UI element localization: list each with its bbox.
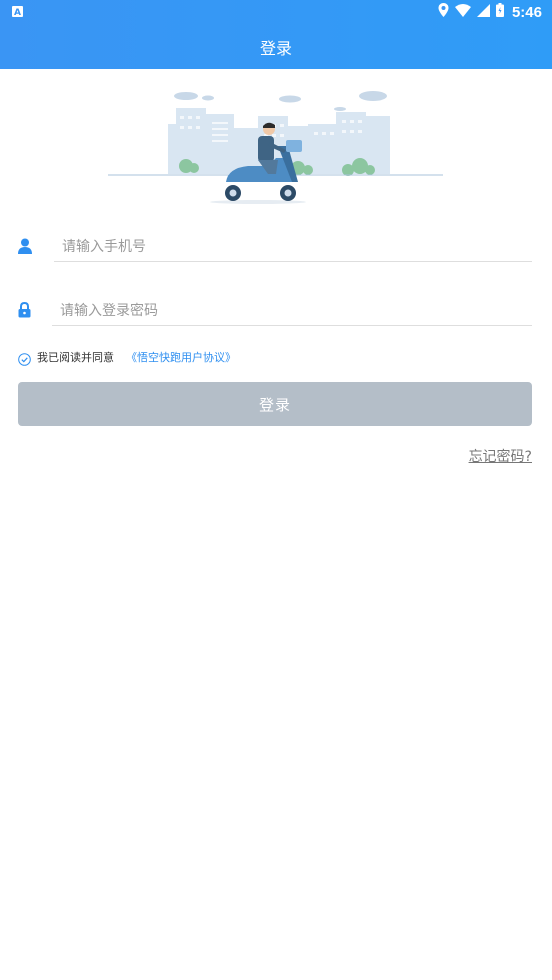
status-time: 5:46 (511, 3, 542, 21)
user-icon (18, 238, 32, 254)
login-button[interactable]: 登录 (18, 382, 532, 426)
agree-text: 我已阅读并同意 (37, 351, 114, 364)
app-header: 登录 (0, 24, 552, 69)
phone-input[interactable] (54, 224, 532, 262)
agree-checkbox[interactable] (18, 351, 31, 366)
password-field-row (0, 288, 552, 336)
phone-field-row (0, 224, 552, 272)
password-input[interactable] (52, 288, 532, 326)
location-icon (438, 3, 449, 21)
status-bar: A 5:46 (0, 0, 552, 24)
forgot-password-link[interactable]: 忘记密码? (469, 446, 532, 466)
page-title: 登录 (259, 38, 292, 58)
svg-text:A: A (14, 8, 21, 17)
agreement-link[interactable]: 《悟空快跑用户协议》 (126, 349, 236, 365)
wifi-icon (454, 3, 471, 21)
battery-icon (495, 3, 504, 21)
delivery-scooter-illustration (108, 86, 443, 208)
notification-a-icon: A (12, 5, 23, 21)
agreement-row: 我已阅读并同意 《悟空快跑用户协议》 (18, 348, 236, 366)
lock-icon (18, 301, 32, 318)
cellular-icon (476, 3, 490, 21)
